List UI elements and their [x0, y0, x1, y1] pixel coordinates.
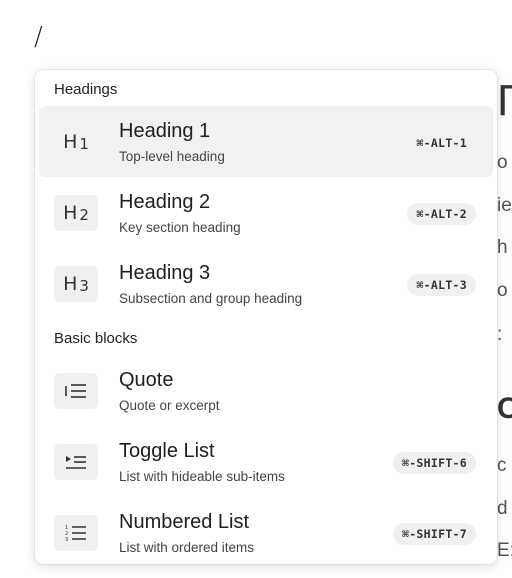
- keyboard-shortcut-badge: ⌘-SHIFT-6: [392, 452, 476, 474]
- menu-item-numbered-list[interactable]: 1 2 3 Numbered List List with ordered it…: [39, 497, 493, 564]
- slash-command-menu: Headings H1 Heading 1 Top-level heading …: [35, 70, 497, 564]
- heading-2-icon: H2: [54, 195, 98, 231]
- menu-item-toggle-list[interactable]: Toggle List List with hideable sub-items…: [39, 426, 493, 497]
- section-heading-basic-blocks: Basic blocks: [54, 330, 138, 347]
- keyboard-shortcut-badge: ⌘-SHIFT-7: [392, 523, 476, 545]
- background-text-fragment: ie: [497, 195, 512, 216]
- background-text-fragment: d: [497, 498, 508, 519]
- heading-1-icon: H1: [63, 131, 89, 153]
- quote-icon: [54, 373, 98, 409]
- keyboard-shortcut-badge: ⌘-ALT-3: [407, 274, 476, 296]
- heading-3-icon: H3: [54, 266, 98, 302]
- menu-item-title: Toggle List: [119, 440, 215, 462]
- menu-item-description: List with hideable sub-items: [119, 469, 285, 484]
- section-heading-headings: Headings: [54, 81, 118, 98]
- menu-item-description: Quote or excerpt: [119, 398, 220, 413]
- menu-item-title: Numbered List: [119, 511, 250, 533]
- menu-item-heading-1[interactable]: H1 Heading 1 Top-level heading ⌘-ALT-1: [39, 106, 493, 177]
- background-text-fragment: o: [497, 280, 508, 301]
- keyboard-shortcut-badge: ⌘-ALT-1: [416, 136, 467, 150]
- menu-item-title: Heading 2: [119, 191, 211, 213]
- background-text-fragment: :: [497, 324, 503, 345]
- toggle-list-icon: [54, 444, 98, 480]
- slash-command-trigger: /: [34, 22, 43, 52]
- menu-item-title: Heading 1: [119, 120, 211, 142]
- background-text-fragment: Γ: [497, 76, 512, 125]
- menu-item-description: Subsection and group heading: [119, 291, 303, 306]
- menu-item-quote[interactable]: Quote Quote or excerpt: [39, 355, 493, 426]
- menu-item-heading-2[interactable]: H2 Heading 2 Key section heading ⌘-ALT-2: [39, 177, 493, 248]
- background-text-fragment: o: [497, 152, 508, 173]
- background-text-fragment: C: [497, 392, 512, 425]
- background-text-fragment: c: [497, 455, 507, 476]
- svg-text:3: 3: [65, 537, 68, 542]
- menu-item-title: Heading 3: [119, 262, 211, 284]
- menu-item-description: Top-level heading: [119, 149, 225, 164]
- menu-item-description: List with ordered items: [119, 540, 255, 555]
- menu-item-heading-3[interactable]: H3 Heading 3 Subsection and group headin…: [39, 248, 493, 319]
- background-text-fragment: h: [497, 237, 508, 258]
- menu-item-title: Quote: [119, 369, 174, 391]
- keyboard-shortcut-badge: ⌘-ALT-2: [407, 203, 476, 225]
- menu-item-description: Key section heading: [119, 220, 241, 235]
- background-text-fragment: E:: [497, 540, 512, 561]
- numbered-list-icon: 1 2 3: [54, 515, 98, 551]
